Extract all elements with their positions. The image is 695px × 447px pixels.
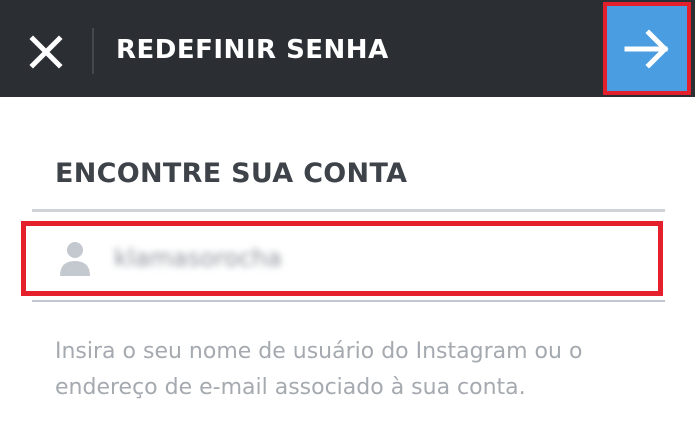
username-input[interactable]: klamasorocha <box>21 221 663 296</box>
help-text: Insira o seu nome de usuário do Instagra… <box>55 339 583 400</box>
close-icon <box>29 35 63 69</box>
page-title: REDEFINIR SENHA <box>116 35 389 65</box>
input-underline <box>32 300 665 302</box>
header-divider <box>92 28 94 74</box>
username-value: klamasorocha <box>114 244 282 272</box>
section-divider <box>32 209 665 212</box>
user-icon <box>60 242 90 276</box>
next-button[interactable] <box>603 2 691 95</box>
top-bar: REDEFINIR SENHA <box>0 0 695 97</box>
close-button[interactable] <box>18 24 74 80</box>
section-title: ENCONTRE SUA CONTA <box>55 158 408 189</box>
arrow-right-icon <box>624 28 669 69</box>
